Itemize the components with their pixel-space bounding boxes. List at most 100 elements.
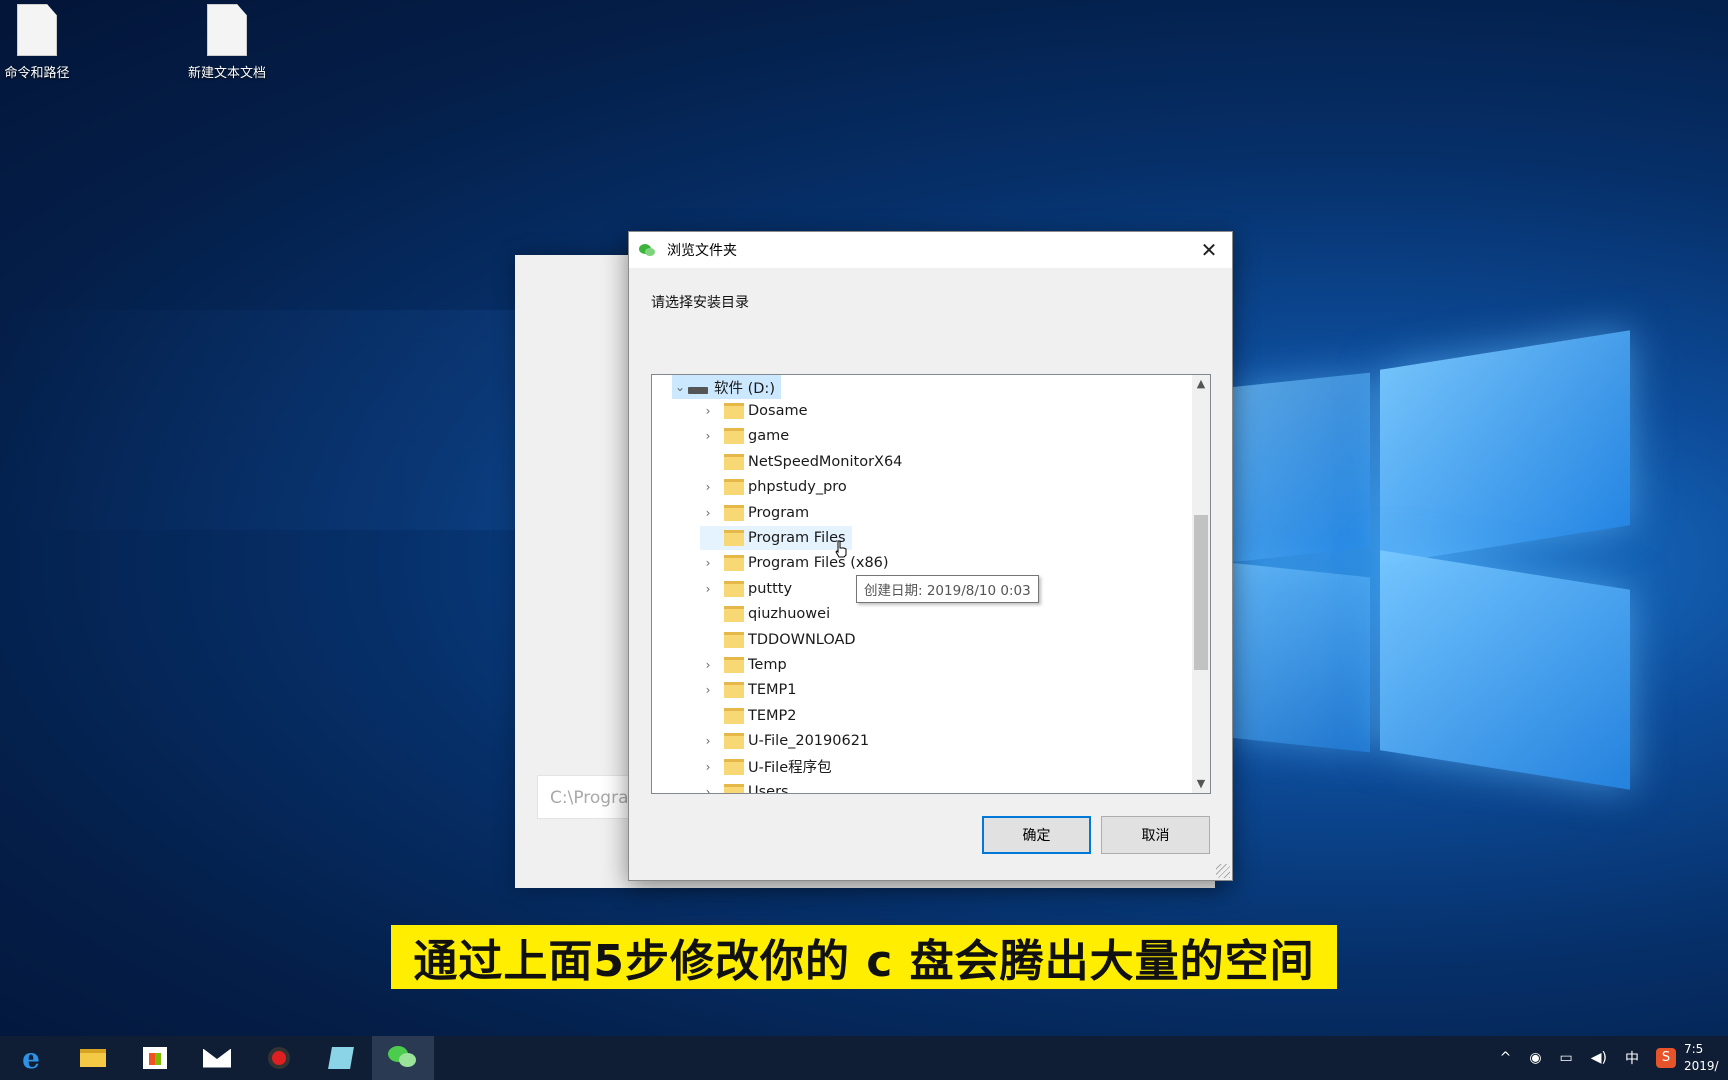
- wechat-icon[interactable]: [372, 1036, 434, 1080]
- scroll-down-arrow-icon[interactable]: ▼: [1192, 775, 1210, 793]
- tree-item-label: Program Files (x86): [748, 555, 889, 572]
- tree-item[interactable]: › U-File程序包: [700, 755, 832, 779]
- folder-icon: [724, 758, 744, 775]
- ok-button[interactable]: 确定: [982, 816, 1091, 854]
- tree-item[interactable]: Program Files: [700, 526, 852, 550]
- text-document-icon: [17, 4, 57, 56]
- chevron-down-icon[interactable]: ⌄: [672, 380, 688, 394]
- edge-icon[interactable]: e: [0, 1036, 62, 1080]
- instruction-text: 请选择安装目录: [651, 295, 749, 311]
- text-document-icon: [207, 4, 247, 56]
- tree-item-label: NetSpeedMonitorX64: [748, 453, 903, 470]
- tree-item[interactable]: › Dosame: [700, 399, 808, 423]
- tree-item-label: Program Files: [748, 530, 846, 546]
- folder-icon: [724, 580, 744, 597]
- scroll-up-arrow-icon[interactable]: ▲: [1192, 375, 1210, 393]
- network-icon[interactable]: ◉: [1520, 1050, 1550, 1066]
- resize-grip-icon[interactable]: [1216, 864, 1230, 878]
- folder-icon: [724, 530, 744, 546]
- battery-icon[interactable]: ▭: [1551, 1050, 1582, 1066]
- chevron-right-icon[interactable]: ›: [700, 582, 716, 596]
- folder-icon: [724, 657, 744, 673]
- desktop-icon-command-path[interactable]: 命令和路径: [0, 4, 92, 81]
- folder-icon: [724, 784, 744, 793]
- tree-item-label: Temp: [748, 657, 787, 673]
- folder-icon: [724, 606, 744, 623]
- volume-icon[interactable]: ◀): [1582, 1050, 1616, 1066]
- tree-scrollbar[interactable]: ▲ ▼: [1192, 375, 1210, 793]
- dialog-title: 浏览文件夹: [667, 243, 737, 259]
- taskbar: e ^ ◉ ▭ ◀) 中 S 7:5 2019/: [0, 1036, 1728, 1080]
- browse-folder-dialog: 浏览文件夹 ✕ 请选择安装目录 ⌄ 软件 (D:) › Dosame › game Ne…: [628, 231, 1233, 881]
- folder-icon: [724, 733, 744, 750]
- folder-icon: [724, 479, 744, 496]
- tree-item-label: 软件 (D:): [714, 380, 775, 397]
- tree-item-label: Dosame: [748, 403, 808, 419]
- tree-item-label: puttty: [748, 580, 793, 597]
- tree-item-label: U-File_20190621: [748, 733, 870, 750]
- dialog-titlebar: 浏览文件夹 ✕: [629, 232, 1232, 268]
- recorder-icon[interactable]: [248, 1036, 310, 1080]
- tree-item[interactable]: TEMP2: [700, 704, 797, 728]
- sogou-ime-icon[interactable]: S: [1656, 1048, 1676, 1068]
- tree-item-label: TEMP1: [748, 682, 797, 699]
- chevron-right-icon[interactable]: ›: [700, 480, 716, 494]
- chevron-right-icon[interactable]: ›: [700, 785, 716, 793]
- folder-icon: [724, 682, 744, 699]
- hand-cursor-icon: [835, 540, 847, 558]
- chevron-right-icon[interactable]: ›: [700, 683, 716, 697]
- tree-item-label: U-File程序包: [748, 760, 832, 777]
- clock-date: 2019/: [1684, 1059, 1719, 1073]
- file-explorer-icon[interactable]: [62, 1036, 124, 1080]
- drive-icon: [688, 386, 708, 394]
- tree-item-label: Program: [748, 504, 810, 521]
- system-tray: ^ ◉ ▭ ◀) 中 S 7:5 2019/: [1491, 1036, 1728, 1080]
- tree-item[interactable]: › Program: [700, 501, 809, 525]
- close-button[interactable]: ✕: [1186, 232, 1232, 268]
- tree-item[interactable]: › TEMP1: [700, 678, 797, 702]
- cancel-button[interactable]: 取消: [1101, 816, 1210, 854]
- show-hidden-icons-chevron-icon[interactable]: ^: [1491, 1050, 1521, 1066]
- tree-item-label: TDDOWNLOAD: [748, 631, 856, 648]
- created-date-tooltip: 创建日期: 2019/8/10 0:03: [856, 575, 1039, 603]
- tree-item[interactable]: NetSpeedMonitorX64: [700, 450, 902, 474]
- folder-icon: [724, 403, 744, 419]
- chevron-right-icon[interactable]: ›: [700, 734, 716, 748]
- folder-icon: [724, 555, 744, 572]
- folder-icon: [724, 453, 744, 470]
- tree-item-label: TEMP2: [748, 707, 797, 724]
- tree-item[interactable]: › U-File_20190621: [700, 729, 869, 753]
- chevron-right-icon[interactable]: ›: [700, 404, 716, 418]
- tree-item[interactable]: › puttty: [700, 577, 792, 601]
- store-icon[interactable]: [124, 1036, 186, 1080]
- chevron-right-icon[interactable]: ›: [700, 760, 716, 774]
- tree-item[interactable]: › Users: [700, 780, 789, 793]
- wechat-app-icon: [639, 242, 657, 258]
- folder-icon: [724, 504, 744, 521]
- chevron-right-icon[interactable]: ›: [700, 658, 716, 672]
- notes-icon[interactable]: [310, 1036, 372, 1080]
- mail-icon[interactable]: [186, 1036, 248, 1080]
- tree-item[interactable]: › Program Files (x86): [700, 551, 889, 575]
- taskbar-clock[interactable]: 7:5 2019/: [1684, 1041, 1728, 1075]
- tree-item[interactable]: › Temp: [700, 653, 787, 677]
- tree-item[interactable]: › phpstudy_pro: [700, 475, 847, 499]
- tree-item[interactable]: qiuzhuowei: [700, 602, 830, 626]
- desktop-icon-label: 新建文本文档: [187, 66, 266, 81]
- tree-item[interactable]: TDDOWNLOAD: [700, 628, 856, 652]
- tree-item-label: qiuzhuowei: [748, 606, 831, 623]
- desktop-icon-new-text-doc[interactable]: 新建文本文档: [172, 4, 282, 81]
- tree-item-drive-d[interactable]: ⌄ 软件 (D:): [672, 375, 781, 399]
- tree-item[interactable]: › game: [700, 424, 789, 448]
- desktop-icon-label: 命令和路径: [4, 66, 70, 81]
- folder-icon: [724, 428, 744, 445]
- clock-time: 7:5: [1684, 1042, 1704, 1056]
- chevron-right-icon[interactable]: ›: [700, 506, 716, 520]
- scrollbar-thumb[interactable]: [1194, 515, 1208, 670]
- chevron-right-icon[interactable]: ›: [700, 556, 716, 570]
- chevron-right-icon[interactable]: ›: [700, 429, 716, 443]
- ime-indicator[interactable]: 中: [1616, 1048, 1648, 1068]
- tree-item-label: Users: [748, 784, 789, 793]
- tree-item-label: phpstudy_pro: [748, 479, 847, 496]
- folder-icon: [724, 631, 744, 648]
